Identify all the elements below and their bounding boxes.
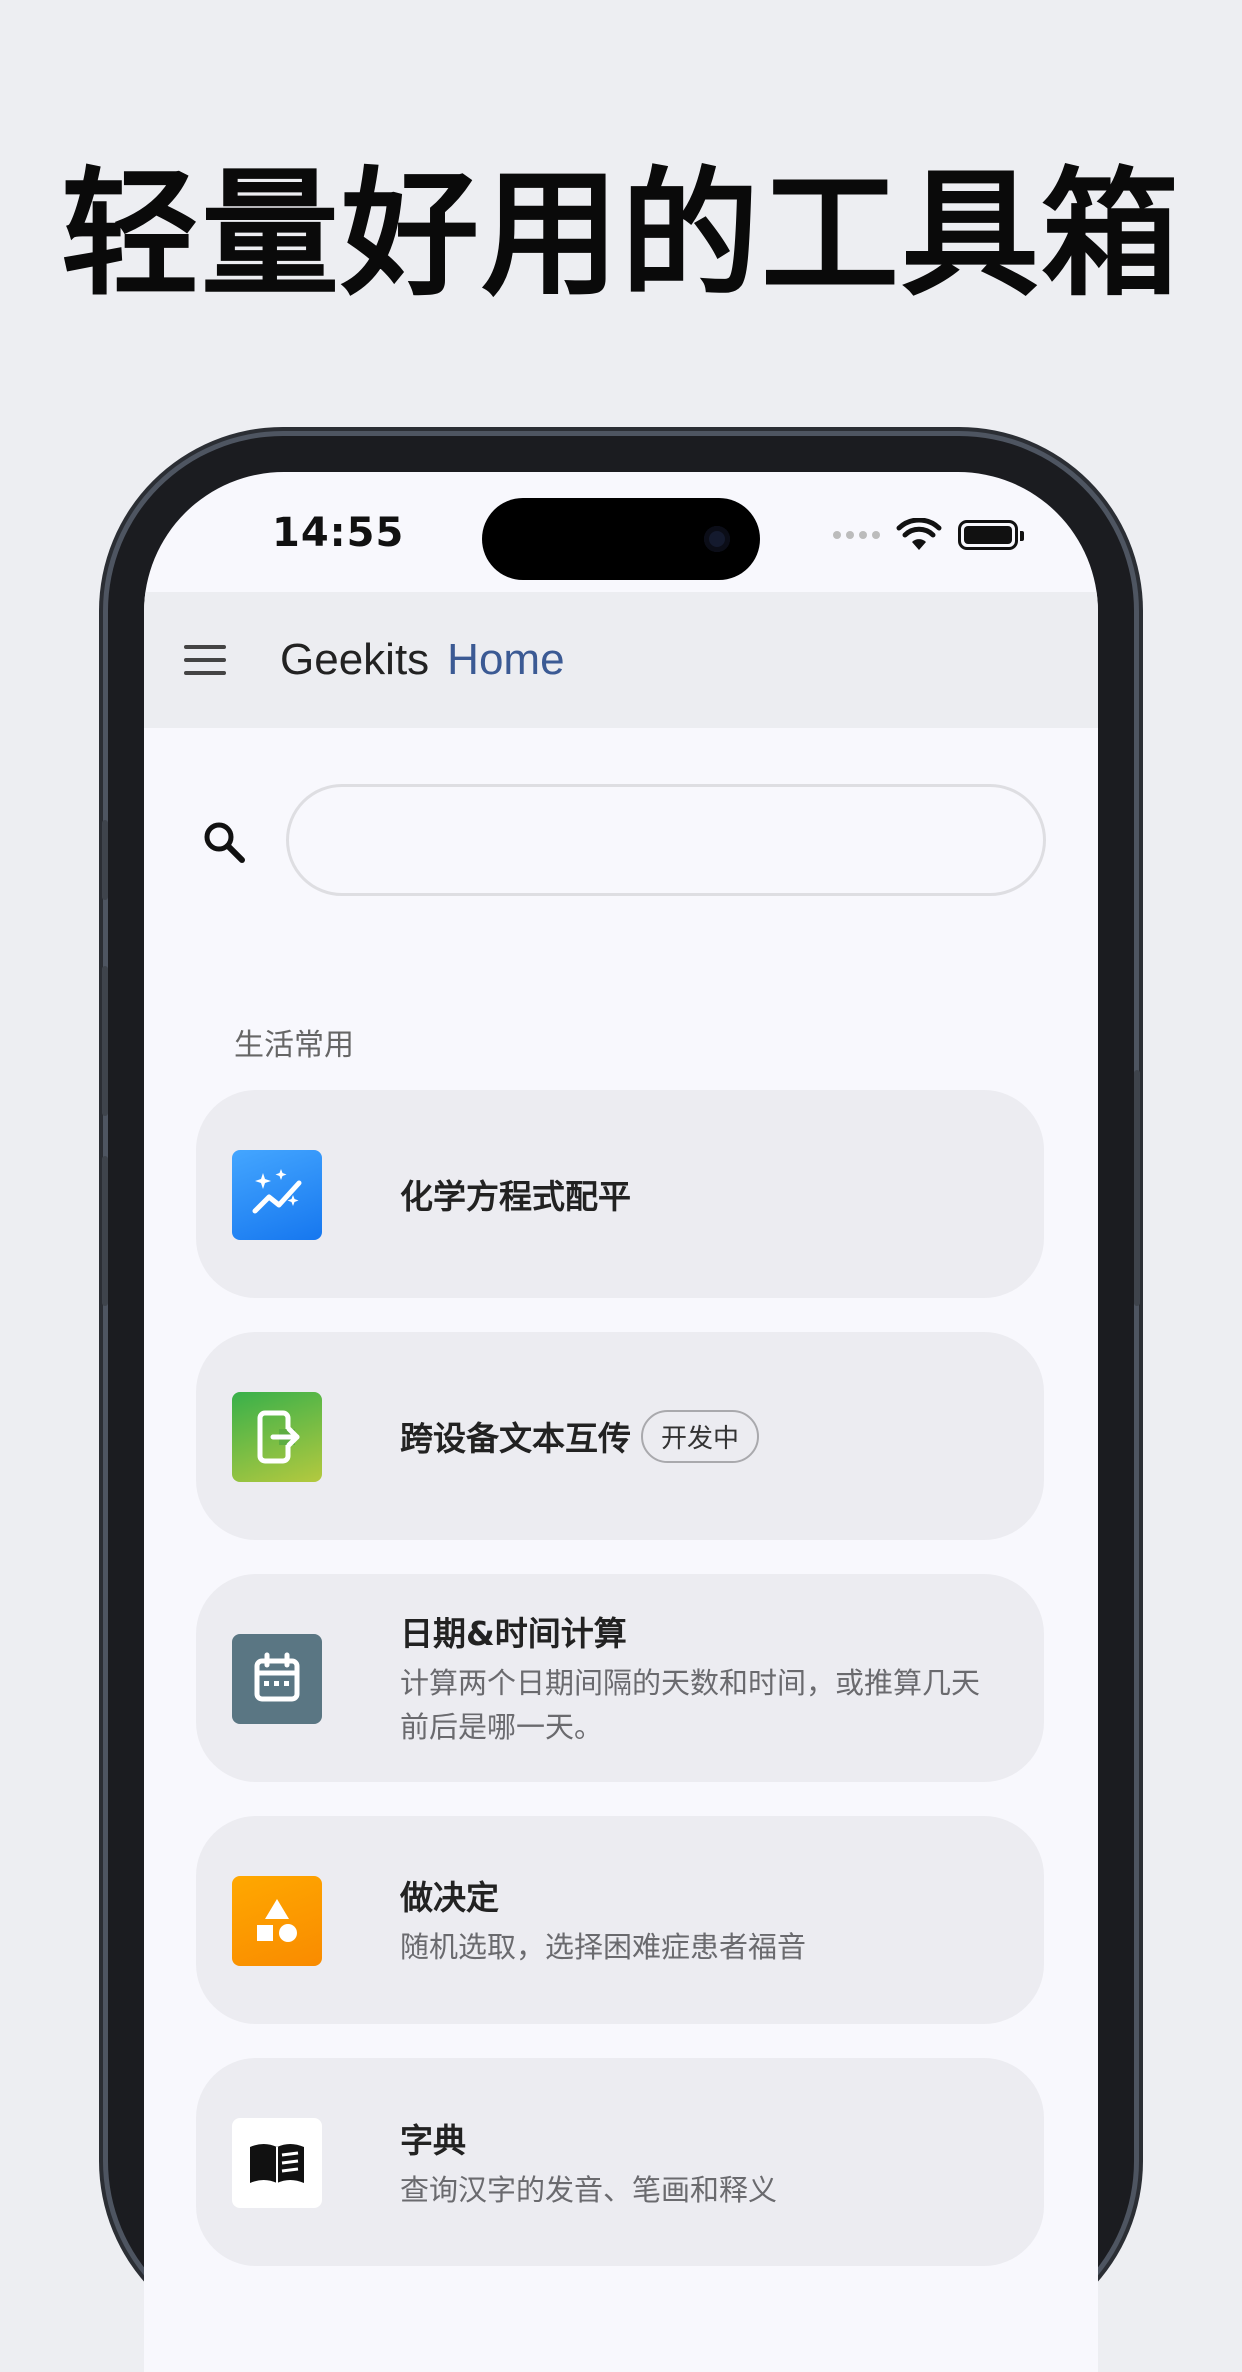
battery-icon xyxy=(958,520,1024,550)
status-badge: 开发中 xyxy=(641,1409,760,1463)
card-text: 字典 查询汉字的发音、笔画和释义 xyxy=(400,2058,1004,2266)
dynamic-island xyxy=(482,498,760,580)
card-description: 查询汉字的发音、笔画和释义 xyxy=(400,2173,778,2207)
volume-down-button xyxy=(102,1156,108,1306)
book-icon xyxy=(232,2118,322,2208)
search-input[interactable] xyxy=(286,784,1046,896)
tool-card-dictionary[interactable]: 字典 查询汉字的发音、笔画和释义 xyxy=(196,2058,1044,2266)
card-title: 跨设备文本互传 开发中 xyxy=(400,1409,1004,1463)
section-label: 生活常用 xyxy=(234,1028,354,1063)
search-bar xyxy=(144,784,1098,896)
camera-icon xyxy=(704,526,730,552)
sparkle-chart-icon xyxy=(232,1150,322,1240)
phone-screen: 14:55 Geekits Home 生活常用 化学方程式配平 跨设备文本互传 … xyxy=(144,472,1098,2372)
volume-up-button xyxy=(102,966,108,1116)
card-title: 化学方程式配平 xyxy=(400,1177,631,1216)
shapes-icon xyxy=(232,1876,322,1966)
page-title: Home xyxy=(447,635,565,684)
promo-headline: 轻量好用的工具箱 xyxy=(60,154,1181,315)
tool-card-date-calc[interactable]: 日期&时间计算 计算两个日期间隔的天数和时间，或推算几天前后是哪一天。 xyxy=(196,1574,1044,1782)
device-transfer-icon xyxy=(232,1392,322,1482)
search-icon[interactable] xyxy=(202,820,246,864)
card-text: 做决定 随机选取，选择困难症患者福音 xyxy=(400,1816,1004,2024)
tool-card-chemistry[interactable]: 化学方程式配平 xyxy=(196,1090,1044,1298)
silent-switch xyxy=(102,820,108,900)
tool-card-text-transfer[interactable]: 跨设备文本互传 开发中 xyxy=(196,1332,1044,1540)
menu-icon[interactable] xyxy=(184,645,226,675)
app-title: Geekits xyxy=(280,635,430,684)
app-bar: Geekits Home xyxy=(144,592,1098,728)
signal-dots-icon xyxy=(833,531,880,539)
tool-card-decision[interactable]: 做决定 随机选取，选择困难症患者福音 xyxy=(196,1816,1044,2024)
card-title: 日期&时间计算 xyxy=(400,1614,627,1653)
card-title: 字典 xyxy=(400,2121,466,2160)
card-text: 化学方程式配平 xyxy=(400,1090,1004,1298)
status-time: 14:55 xyxy=(272,510,405,556)
card-description: 计算两个日期间隔的天数和时间，或推算几天前后是哪一天。 xyxy=(400,1666,981,1744)
power-button xyxy=(1134,1070,1140,1306)
card-text: 日期&时间计算 计算两个日期间隔的天数和时间，或推算几天前后是哪一天。 xyxy=(400,1574,1004,1782)
calendar-icon xyxy=(232,1634,322,1724)
card-text: 跨设备文本互传 开发中 xyxy=(400,1332,1004,1540)
card-title: 做决定 xyxy=(400,1878,499,1917)
card-title-text: 跨设备文本互传 xyxy=(400,1419,631,1458)
wifi-icon xyxy=(896,518,942,550)
status-indicators xyxy=(833,518,1024,552)
card-description: 随机选取，选择困难症患者福音 xyxy=(400,1930,807,1964)
